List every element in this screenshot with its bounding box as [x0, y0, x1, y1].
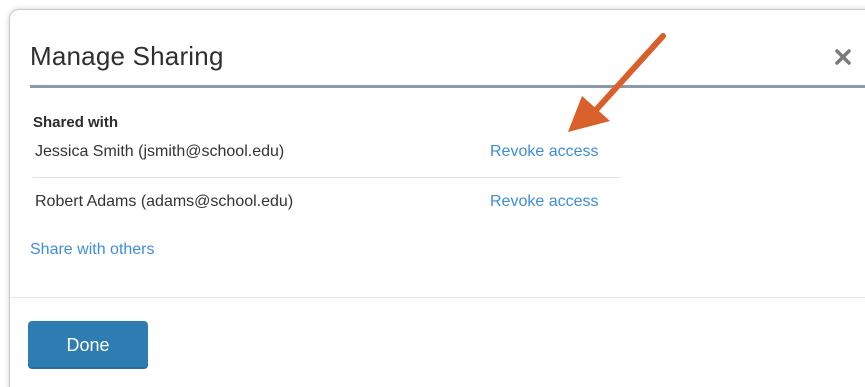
revoke-access-link[interactable]: Revoke access [490, 143, 599, 161]
share-with-others-link[interactable]: Share with others [30, 241, 155, 259]
shared-person-row: Robert Adams (adams@school.edu) Revoke a… [33, 190, 621, 216]
manage-sharing-dialog: Manage Sharing Shared with Jessica Smith… [9, 9, 865, 387]
shared-person-name: Jessica Smith (jsmith@school.edu) [35, 143, 285, 160]
close-icon [835, 49, 851, 65]
screenshot-stage: Manage Sharing Shared with Jessica Smith… [0, 0, 865, 387]
row-divider [33, 177, 621, 178]
shared-with-heading: Shared with [33, 114, 119, 131]
done-button[interactable]: Done [28, 321, 148, 369]
shared-person-name: Robert Adams (adams@school.edu) [35, 193, 294, 210]
revoke-access-link[interactable]: Revoke access [490, 193, 599, 211]
close-button[interactable] [832, 46, 854, 68]
dialog-title: Manage Sharing [30, 41, 224, 71]
footer-divider [10, 297, 865, 298]
shared-person-row: Jessica Smith (jsmith@school.edu) Revoke… [33, 140, 621, 166]
header-divider [30, 85, 865, 88]
